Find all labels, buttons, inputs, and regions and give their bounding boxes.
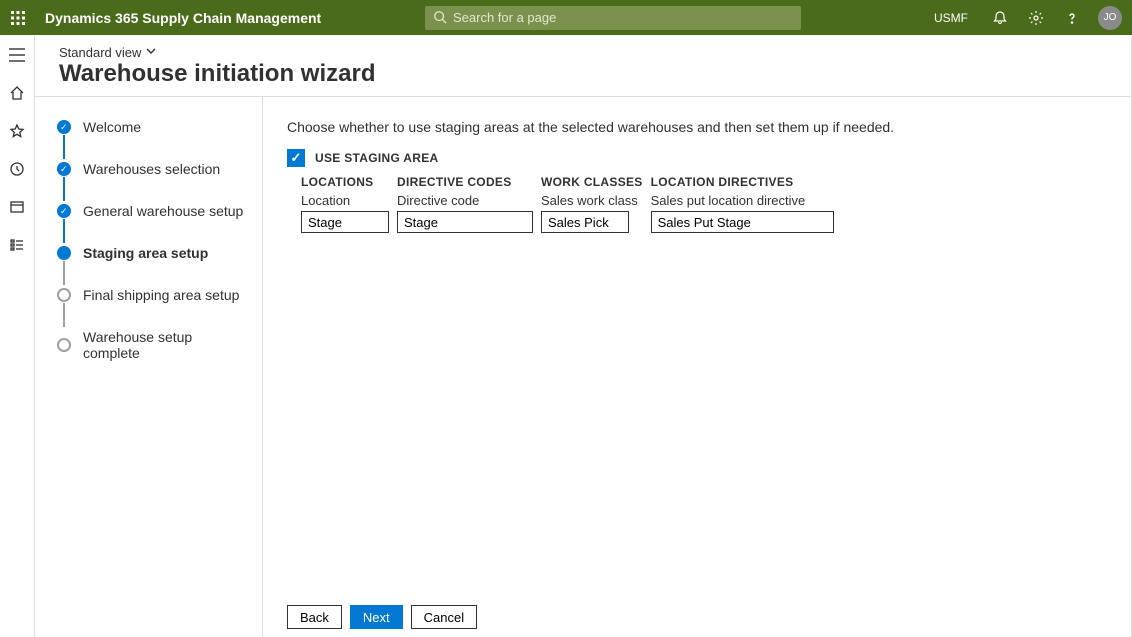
use-staging-area-row: USE STAGING AREA xyxy=(287,149,1107,167)
form-area: Choose whether to use staging areas at t… xyxy=(263,97,1131,637)
step-pending-icon xyxy=(57,288,71,302)
wizard-steps: Welcome Warehouses selection General war… xyxy=(35,97,263,637)
step-connector xyxy=(63,303,65,327)
step-current-icon xyxy=(57,246,71,260)
workspaces-icon[interactable] xyxy=(3,195,31,219)
favorites-icon[interactable] xyxy=(3,119,31,143)
use-staging-area-label: USE STAGING AREA xyxy=(315,151,438,165)
cancel-button[interactable]: Cancel xyxy=(411,605,477,629)
step-check-icon xyxy=(57,204,71,218)
page-title: Warehouse initiation wizard xyxy=(59,60,1107,88)
user-avatar[interactable]: JO xyxy=(1098,6,1122,30)
nav-rail xyxy=(0,35,35,637)
input-sales-work-class[interactable] xyxy=(541,211,629,233)
step-label: Welcome xyxy=(83,119,141,135)
input-sales-put-location-directive[interactable] xyxy=(651,211,834,233)
step-welcome[interactable]: Welcome xyxy=(57,119,252,135)
step-warehouses-selection[interactable]: Warehouses selection xyxy=(57,161,252,177)
step-label: General warehouse setup xyxy=(83,203,243,219)
input-location[interactable] xyxy=(301,211,389,233)
use-staging-area-checkbox[interactable] xyxy=(287,149,305,167)
col-head-directive-codes: DIRECTIVE CODES xyxy=(397,175,533,189)
wizard: Welcome Warehouses selection General war… xyxy=(35,97,1131,637)
step-connector xyxy=(63,177,65,201)
step-pending-icon xyxy=(57,338,71,352)
settings-icon[interactable] xyxy=(1020,2,1052,34)
input-directive-code[interactable] xyxy=(397,211,533,233)
label-directive-code: Directive code xyxy=(397,193,533,208)
search-wrap xyxy=(425,6,801,30)
step-connector xyxy=(63,261,65,285)
col-head-location-directives: LOCATION DIRECTIVES xyxy=(651,175,834,189)
label-sales-put-location-directive: Sales put location directive xyxy=(651,193,834,208)
label-sales-work-class: Sales work class xyxy=(541,193,643,208)
col-head-locations: LOCATIONS xyxy=(301,175,389,189)
step-label: Final shipping area setup xyxy=(83,287,239,303)
step-final-shipping-area-setup[interactable]: Final shipping area setup xyxy=(57,287,252,303)
search-icon xyxy=(433,10,447,27)
page: Standard view Warehouse initiation wizar… xyxy=(35,35,1132,637)
step-check-icon xyxy=(57,162,71,176)
hamburger-icon[interactable] xyxy=(3,43,31,67)
col-locations: LOCATIONS Location xyxy=(301,175,389,233)
col-work-classes: WORK CLASSES Sales work class xyxy=(541,175,643,233)
modules-icon[interactable] xyxy=(3,233,31,257)
step-check-icon xyxy=(57,120,71,134)
help-icon[interactable] xyxy=(1056,2,1088,34)
step-connector xyxy=(63,135,65,159)
label-location: Location xyxy=(301,193,389,208)
back-button[interactable]: Back xyxy=(287,605,342,629)
step-label: Warehouses selection xyxy=(83,161,220,177)
home-icon[interactable] xyxy=(3,81,31,105)
step-general-warehouse-setup[interactable]: General warehouse setup xyxy=(57,203,252,219)
step-label: Staging area setup xyxy=(83,245,208,261)
view-switcher[interactable]: Standard view xyxy=(59,45,157,60)
step-label: Warehouse setup complete xyxy=(83,329,252,361)
step-warehouse-setup-complete[interactable]: Warehouse setup complete xyxy=(57,329,252,361)
col-directive-codes: DIRECTIVE CODES Directive code xyxy=(397,175,533,233)
page-header: Standard view Warehouse initiation wizar… xyxy=(35,35,1131,97)
wizard-footer: Back Next Cancel xyxy=(287,605,477,629)
col-location-directives: LOCATION DIRECTIVES Sales put location d… xyxy=(651,175,834,233)
topbar-right: USMF JO xyxy=(934,2,1132,34)
view-label: Standard view xyxy=(59,45,141,60)
notifications-icon[interactable] xyxy=(984,2,1016,34)
company-code[interactable]: USMF xyxy=(934,11,968,25)
app-launcher-icon[interactable] xyxy=(0,0,35,35)
app-title: Dynamics 365 Supply Chain Management xyxy=(45,10,321,26)
recent-icon[interactable] xyxy=(3,157,31,181)
step-staging-area-setup[interactable]: Staging area setup xyxy=(57,245,252,261)
search-input[interactable] xyxy=(425,6,801,30)
next-button[interactable]: Next xyxy=(350,605,403,629)
shell: Standard view Warehouse initiation wizar… xyxy=(0,35,1132,637)
columns: LOCATIONS Location DIRECTIVE CODES Direc… xyxy=(301,175,1107,233)
step-connector xyxy=(63,219,65,243)
chevron-down-icon xyxy=(145,45,157,60)
col-head-work-classes: WORK CLASSES xyxy=(541,175,643,189)
top-bar: Dynamics 365 Supply Chain Management USM… xyxy=(0,0,1132,35)
instruction-text: Choose whether to use staging areas at t… xyxy=(287,119,1107,135)
